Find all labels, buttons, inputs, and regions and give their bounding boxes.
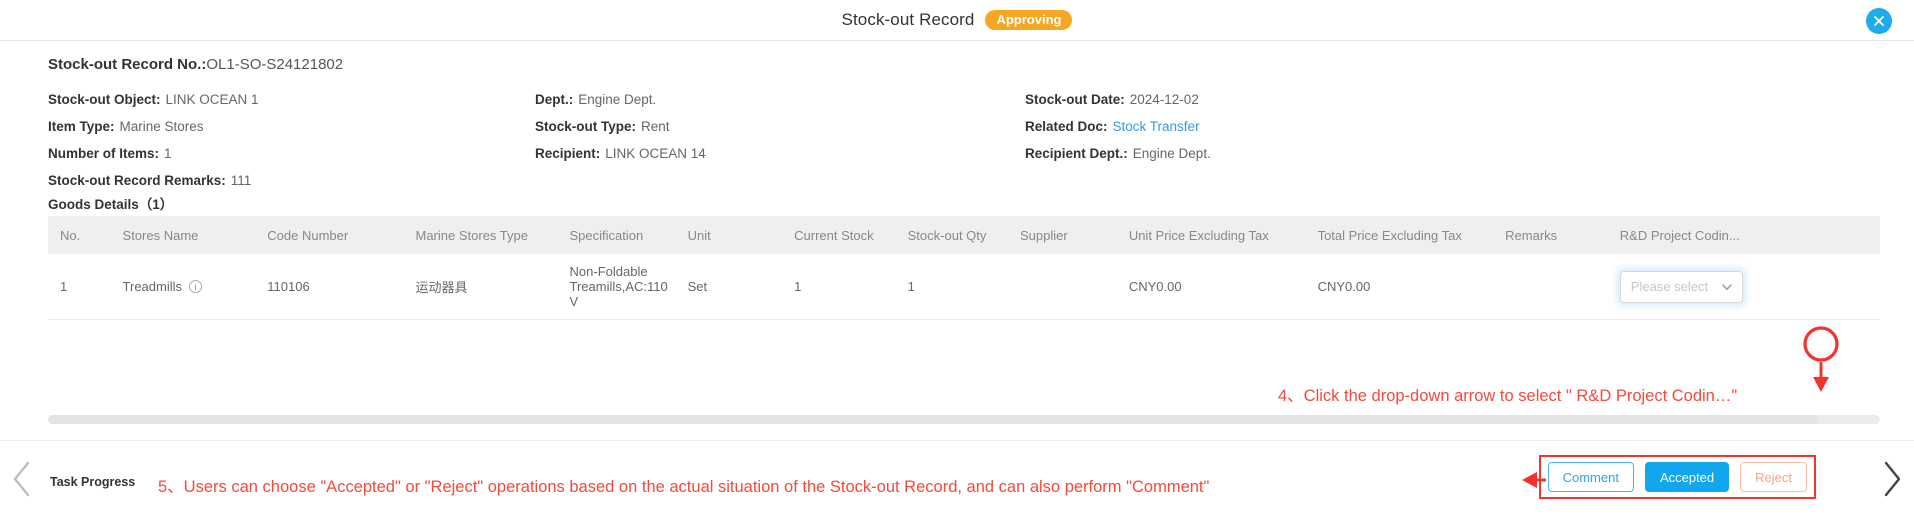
- field-value: 1: [164, 146, 172, 161]
- field-label: Stock-out Object:: [48, 92, 161, 107]
- record-number: Stock-out Record No.:OL1-SO-S24121802: [48, 56, 343, 73]
- cell-specification: Non-Foldable Treamills,AC:110V: [557, 254, 676, 320]
- col-supplier: Supplier: [1007, 216, 1117, 254]
- close-button[interactable]: [1866, 8, 1892, 34]
- col-total-price-excluding-tax: Total Price Excluding Tax: [1305, 216, 1494, 254]
- cell-unit: Set: [675, 254, 783, 320]
- field-stock-out-date: Stock-out Date: 2024-12-02: [1025, 92, 1199, 107]
- field-value: 2024-12-02: [1129, 92, 1199, 107]
- prev-record-button[interactable]: [8, 457, 38, 506]
- col-code-number: Code Number: [255, 216, 404, 254]
- field-value: 111: [230, 173, 252, 188]
- accepted-button[interactable]: Accepted: [1644, 462, 1730, 492]
- scrollbar-thumb[interactable]: [48, 415, 1818, 424]
- chevron-right-icon: [1876, 461, 1906, 505]
- col-stock-out-qty: Stock-out Qty: [895, 216, 1008, 254]
- col-unit: Unit: [675, 216, 783, 254]
- rd-project-coding-select[interactable]: Please select: [1619, 270, 1743, 303]
- close-icon: [1872, 14, 1886, 28]
- chevron-left-icon: [8, 461, 38, 505]
- info-row: Stock-out Record Remarks: 111: [48, 167, 1888, 194]
- field-value: Engine Dept.: [578, 92, 657, 107]
- field-value: LINK OCEAN 1: [165, 92, 259, 107]
- col-current-stock: Current Stock: [782, 216, 896, 254]
- stock-out-record-modal: Stock-out Record Approving Stock-out Rec…: [0, 0, 1914, 516]
- field-value: Engine Dept.: [1132, 146, 1211, 161]
- col-remarks: Remarks: [1493, 216, 1608, 254]
- annotation-arrow-left: [1522, 472, 1537, 488]
- cell-rd-project-coding: Please select: [1607, 254, 1880, 320]
- page-title: Stock-out Record: [841, 10, 975, 29]
- goods-details-table: No. Stores Name Code Number Marine Store…: [48, 216, 1880, 320]
- cell-current-stock: 1: [782, 254, 896, 320]
- field-stock-out-type: Stock-out Type: Rent: [535, 119, 1025, 134]
- annotation-arrow-down: [1813, 377, 1829, 392]
- info-row: Item Type: Marine Stores Stock-out Type: R…: [48, 113, 1888, 140]
- table-row: 1 Treadmills i 110106 运动器具 Non-Foldable T…: [48, 254, 1880, 320]
- field-value: Marine Stores: [119, 119, 204, 134]
- info-row: Stock-out Object: LINK OCEAN 1 Dept.: Engi…: [48, 86, 1888, 113]
- related-doc-link[interactable]: Stock Transfer: [1113, 119, 1200, 134]
- field-label: Stock-out Date:: [1025, 92, 1125, 107]
- field-value: LINK OCEAN 14: [605, 146, 706, 161]
- field-label: Recipient:: [535, 146, 601, 161]
- stores-name-text: Treadmills: [122, 279, 183, 294]
- cell-stores-name: Treadmills i: [110, 254, 256, 320]
- field-recipient-dept: Recipient Dept.: Engine Dept.: [1025, 146, 1211, 161]
- field-label: Number of Items:: [48, 146, 160, 161]
- cell-supplier: [1007, 254, 1117, 320]
- field-label: Stock-out Type:: [535, 119, 636, 134]
- goods-details-title: Goods Details（1）: [48, 197, 174, 212]
- field-number-of-items: Number of Items: 1: [48, 146, 535, 161]
- cell-code-number: 110106: [255, 254, 404, 320]
- cell-marine-stores-type: 运动器具: [403, 254, 558, 320]
- info-icon[interactable]: i: [189, 280, 203, 293]
- record-number-label: Stock-out Record No.:: [48, 56, 207, 73]
- field-value: Rent: [641, 119, 670, 134]
- horizontal-scrollbar[interactable]: [48, 415, 1880, 424]
- footer-divider: [0, 440, 1914, 441]
- field-item-type: Item Type: Marine Stores: [48, 119, 535, 134]
- next-record-button[interactable]: [1876, 457, 1906, 506]
- record-info-grid: Stock-out Object: LINK OCEAN 1 Dept.: Engi…: [48, 86, 1888, 194]
- annotation-circle-dropdown: [1803, 326, 1839, 362]
- col-unit-price-excluding-tax: Unit Price Excluding Tax: [1116, 216, 1306, 254]
- status-badge: Approving: [985, 10, 1073, 30]
- field-label: Item Type:: [48, 119, 115, 134]
- modal-titlebar: Stock-out Record Approving: [0, 0, 1914, 41]
- col-rd-project-coding: R&D Project Codin...: [1607, 216, 1880, 254]
- cell-no: 1: [48, 254, 111, 320]
- cell-total-price: CNY0.00: [1305, 254, 1494, 320]
- cell-stock-out-qty: 1: [895, 254, 1008, 320]
- approval-actions-group: Comment Accepted Reject: [1538, 455, 1816, 499]
- field-label: Related Doc:: [1025, 119, 1108, 134]
- col-no: No.: [48, 216, 111, 254]
- col-stores-name: Stores Name: [110, 216, 256, 254]
- reject-button[interactable]: Reject: [1740, 462, 1807, 492]
- annotation-step-4: 4、Click the drop-down arrow to select " …: [1278, 387, 1738, 405]
- field-label: Dept.:: [535, 92, 574, 107]
- field-record-remarks: Stock-out Record Remarks: 111: [48, 173, 535, 188]
- field-label: Stock-out Record Remarks:: [48, 173, 226, 188]
- info-row: Number of Items: 1 Recipient: LINK OCEAN 1…: [48, 140, 1888, 167]
- rd-project-coding-placeholder: Please select: [1630, 279, 1709, 294]
- table-header-row: No. Stores Name Code Number Marine Store…: [48, 216, 1880, 254]
- field-stock-out-object: Stock-out Object: LINK OCEAN 1: [48, 92, 535, 107]
- cell-unit-price: CNY0.00: [1116, 254, 1306, 320]
- field-label: Recipient Dept.:: [1025, 146, 1128, 161]
- chevron-down-icon[interactable]: [1720, 280, 1734, 294]
- col-specification: Specification: [557, 216, 676, 254]
- task-progress-label: Task Progress: [50, 475, 136, 489]
- comment-button[interactable]: Comment: [1547, 462, 1634, 492]
- annotation-step-5: 5、Users can choose "Accepted" or "Reject…: [158, 478, 1210, 496]
- col-marine-stores-type: Marine Stores Type: [403, 216, 558, 254]
- field-recipient: Recipient: LINK OCEAN 14: [535, 146, 1025, 161]
- record-number-value: OL1-SO-S24121802: [206, 56, 344, 73]
- cell-remarks: [1493, 254, 1608, 320]
- field-dept: Dept.: Engine Dept.: [535, 92, 1025, 107]
- field-related-doc: Related Doc: Stock Transfer: [1025, 119, 1200, 134]
